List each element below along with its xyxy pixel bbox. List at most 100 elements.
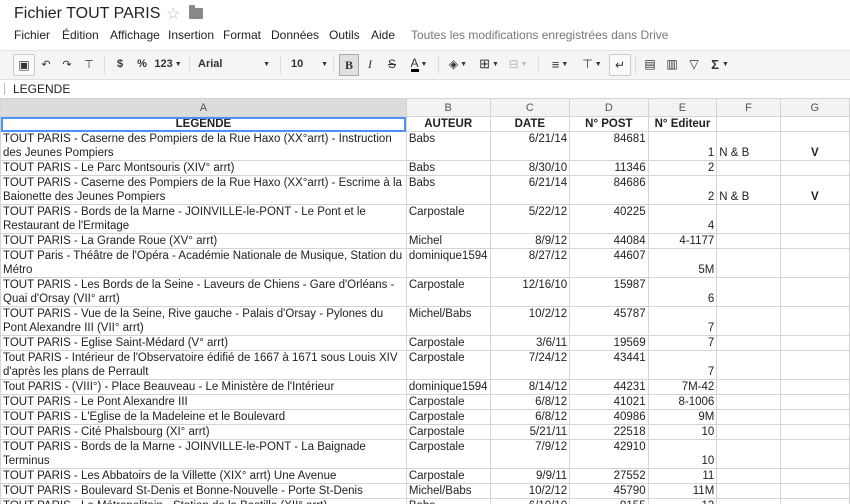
cell-auteur[interactable]: Carpostale [405, 424, 491, 440]
cell-f[interactable] [716, 248, 781, 278]
cell-g[interactable] [779, 160, 850, 176]
menu-edition[interactable]: Édition [62, 28, 99, 42]
cell-editeur[interactable]: 7M-42 [647, 379, 718, 395]
cell-f[interactable] [716, 483, 781, 499]
cell-legende[interactable]: TOUT PARIS - Le Métropolitain - Station … [0, 498, 407, 504]
column-header-g[interactable]: G [779, 98, 850, 117]
cell-post[interactable]: 45787 [569, 306, 649, 336]
menu-donnees[interactable]: Données [271, 28, 319, 42]
cell-post[interactable]: 40986 [569, 409, 649, 425]
insert-chart-button[interactable]: ▥ [663, 54, 681, 74]
menu-format[interactable]: Format [223, 28, 261, 42]
horizontal-align-dropdown[interactable]: ≡ ▼ [546, 54, 574, 74]
cell-auteur[interactable]: Carpostale [405, 335, 491, 351]
menu-fichier[interactable]: Fichier [14, 28, 50, 42]
number-format-dropdown[interactable]: 123 ▼ [154, 54, 182, 74]
cell-f[interactable] [716, 350, 781, 380]
cell-g[interactable] [779, 277, 850, 307]
cell-editeur[interactable]: 7 [647, 306, 718, 336]
cell-auteur[interactable]: dominique1594 [405, 379, 491, 395]
cell-g[interactable] [779, 335, 850, 351]
cell-post[interactable]: 9155 [569, 498, 649, 504]
cell-f[interactable] [716, 439, 781, 469]
cell-f[interactable]: N & B [716, 131, 781, 161]
percent-format-button[interactable]: % [134, 54, 150, 74]
cell-post-header[interactable]: N° POST [569, 116, 649, 132]
text-color-dropdown[interactable]: A ▼ [405, 54, 433, 74]
cell-date[interactable]: 7/24/12 [489, 350, 571, 380]
spreadsheet-grid[interactable]: A B C D E F G LEGENDE AUTEUR DATE N° POS… [0, 98, 850, 504]
cell-date[interactable]: 6/21/14 [489, 131, 571, 161]
cell-legende[interactable]: TOUT PARIS - Les Bords de la Seine - Lav… [0, 277, 407, 307]
strikethrough-button[interactable]: S [384, 54, 400, 74]
cell-auteur[interactable]: Babs [405, 160, 491, 176]
cell-legende[interactable]: TOUT PARIS - L'Eglise de la Madeleine et… [0, 409, 407, 425]
cell-legende[interactable]: TOUT PARIS - Eglise Saint-Médard (V° arr… [0, 335, 407, 351]
cell-auteur[interactable]: dominique1594 [405, 248, 491, 278]
cell-editeur[interactable]: 10 [647, 439, 718, 469]
font-size-dropdown[interactable]: 10 ▼ [288, 54, 328, 74]
font-family-dropdown[interactable]: Arial ▼ [195, 54, 270, 74]
cell-editeur[interactable]: 2 [647, 175, 718, 205]
cell-editeur[interactable]: 6 [647, 277, 718, 307]
cell-date[interactable]: 5/21/11 [489, 424, 571, 440]
cell-date-header[interactable]: DATE [489, 116, 571, 132]
cell-date[interactable]: 9/9/11 [489, 468, 571, 484]
cell-post[interactable]: 22518 [569, 424, 649, 440]
cell-editeur[interactable]: 10 [647, 424, 718, 440]
cell-date[interactable]: 7/9/12 [489, 439, 571, 469]
cell-post[interactable]: 84686 [569, 175, 649, 205]
cell-f[interactable] [716, 335, 781, 351]
cell-legende[interactable]: TOUT PARIS - Le Pont Alexandre III [0, 394, 407, 410]
cell-date[interactable]: 10/2/12 [489, 306, 571, 336]
cell-g[interactable] [779, 350, 850, 380]
column-header-b[interactable]: B [405, 98, 491, 117]
cell-legende[interactable]: TOUT PARIS - Les Abbatoirs de la Villett… [0, 468, 407, 484]
cell-date[interactable]: 6/8/12 [489, 409, 571, 425]
currency-format-button[interactable]: $ [112, 54, 128, 74]
cell-legende[interactable]: TOUT PARIS - Caserne des Pompiers de la … [0, 131, 407, 161]
cell-date[interactable]: 10/2/12 [489, 483, 571, 499]
cell-g[interactable] [779, 379, 850, 395]
cell-post[interactable]: 84681 [569, 131, 649, 161]
cell-legende-header[interactable]: LEGENDE [0, 116, 407, 132]
cell-editeur[interactable]: 7 [647, 350, 718, 380]
cell-post[interactable]: 44084 [569, 233, 649, 249]
cell-legende[interactable]: TOUT PARIS - Cité Phalsbourg (XI° arrt) [0, 424, 407, 440]
column-header-e[interactable]: E [647, 98, 718, 117]
cell-f-header[interactable] [716, 116, 781, 132]
cell-post[interactable]: 40225 [569, 204, 649, 234]
cell-g-header[interactable] [779, 116, 850, 132]
column-header-a[interactable]: A [0, 98, 407, 117]
italic-button[interactable]: I [362, 54, 378, 74]
cell-editeur[interactable]: 4-1177 [647, 233, 718, 249]
column-header-c[interactable]: C [489, 98, 571, 117]
cell-f[interactable] [716, 306, 781, 336]
cell-legende[interactable]: TOUT PARIS - Boulevard St-Denis et Bonne… [0, 483, 407, 499]
cell-editeur-header[interactable]: N° Editeur [647, 116, 718, 132]
cell-f[interactable] [716, 409, 781, 425]
paint-format-button[interactable]: ⊤ [80, 54, 98, 74]
cell-legende[interactable]: TOUT PARIS - Caserne des Pompiers de la … [0, 175, 407, 205]
cell-post[interactable]: 19569 [569, 335, 649, 351]
folder-icon[interactable] [189, 5, 203, 19]
cell-auteur[interactable]: Michel/Babs [405, 306, 491, 336]
cell-post[interactable]: 15987 [569, 277, 649, 307]
cell-f[interactable] [716, 204, 781, 234]
cell-legende[interactable]: TOUT Paris - Théâtre de l'Opéra - Académ… [0, 248, 407, 278]
cell-f[interactable] [716, 233, 781, 249]
cell-post[interactable]: 43441 [569, 350, 649, 380]
cell-g[interactable] [779, 233, 850, 249]
cell-date[interactable]: 6/21/14 [489, 175, 571, 205]
cell-legende[interactable]: Tout PARIS - (VIII°) - Place Beauveau - … [0, 379, 407, 395]
wrap-text-button[interactable]: ↵ [609, 54, 631, 76]
bold-button[interactable]: B [339, 54, 359, 76]
cell-auteur[interactable]: Babs [405, 498, 491, 504]
cell-date[interactable]: 6/8/12 [489, 394, 571, 410]
cell-legende[interactable]: TOUT PARIS - Vue de la Seine, Rive gauch… [0, 306, 407, 336]
cell-editeur[interactable]: 5M [647, 248, 718, 278]
cell-g[interactable]: V [779, 175, 850, 205]
cell-editeur[interactable]: 8-1006 [647, 394, 718, 410]
cell-auteur[interactable]: Carpostale [405, 439, 491, 469]
cell-editeur[interactable]: 7 [647, 335, 718, 351]
